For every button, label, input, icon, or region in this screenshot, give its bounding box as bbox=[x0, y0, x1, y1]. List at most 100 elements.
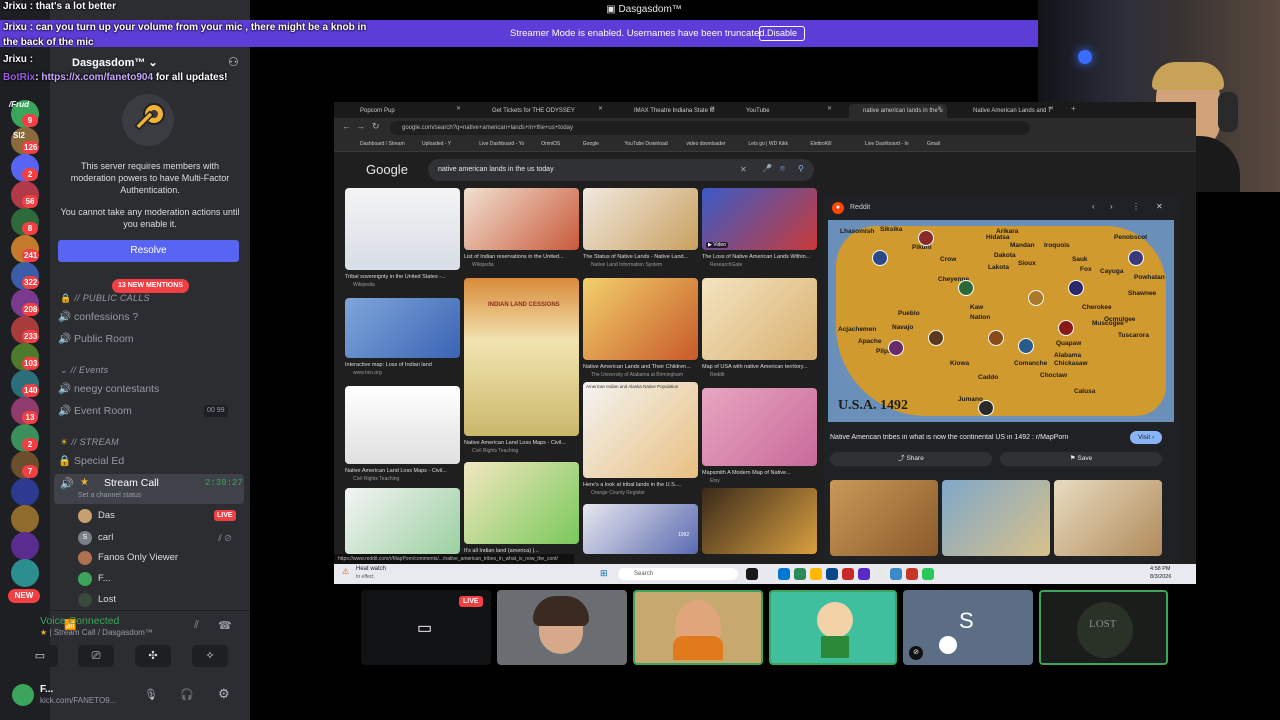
image-result[interactable] bbox=[583, 278, 698, 360]
bookmark-item[interactable]: Live Dashboard - Yo bbox=[479, 141, 524, 147]
image-result[interactable] bbox=[345, 188, 460, 270]
image-result[interactable] bbox=[702, 278, 817, 360]
server-icon[interactable] bbox=[11, 532, 39, 560]
voice-user[interactable]: Scarl ⫽ ⊘ bbox=[78, 528, 238, 548]
screen-share-button[interactable]: ⎚ bbox=[78, 645, 114, 667]
mic-icon[interactable]: 🎤 bbox=[762, 164, 772, 173]
preview-title[interactable]: Native American tribes in what is now th… bbox=[830, 434, 1120, 441]
browser-tab[interactable]: native american lands in the u bbox=[849, 104, 947, 118]
bookmark-item[interactable]: Live Dashboard - In bbox=[865, 141, 909, 147]
result-caption[interactable]: Native American Lands and Their Children… bbox=[583, 364, 698, 370]
close-icon[interactable]: ✕ bbox=[710, 105, 715, 112]
chat-link[interactable]: https://x.com/faneto904 bbox=[41, 72, 153, 83]
image-result[interactable] bbox=[345, 298, 460, 358]
result-caption[interactable]: Map of USA with native American territor… bbox=[702, 364, 817, 370]
channel-event-room[interactable]: 🔊 Event Room 00 99 bbox=[58, 400, 242, 422]
save-button[interactable]: ⚑ Save bbox=[1000, 452, 1162, 466]
browser-tab[interactable]: Get Tickets for THE ODYSSEY bbox=[478, 104, 608, 118]
result-caption[interactable]: Here's a look at tribal lands in the U.S… bbox=[583, 482, 698, 488]
browser-tab[interactable]: Popcorn Pup bbox=[346, 104, 466, 118]
share-button[interactable]: ⤴ Share bbox=[830, 452, 992, 466]
result-caption[interactable]: The Loss of Native American Lands Within… bbox=[702, 254, 817, 260]
image-result[interactable] bbox=[345, 488, 460, 554]
browser-tab[interactable]: YouTube bbox=[732, 104, 837, 118]
server-icon[interactable] bbox=[11, 559, 39, 587]
activities-button[interactable]: ✣ bbox=[135, 645, 171, 667]
bookmark-item[interactable]: video downloader bbox=[686, 141, 725, 147]
search-input[interactable]: native american lands in the us today bbox=[428, 159, 814, 181]
preview-map-image[interactable]: Lhasomish Siksika Pikuni Crow Hidatsa Mandan A… bbox=[828, 220, 1174, 422]
voice-user[interactable]: Fanos Only Viewer bbox=[78, 548, 238, 568]
bookmark-item[interactable]: YouTube Download bbox=[624, 141, 667, 147]
new-tab-icon[interactable]: + bbox=[1071, 104, 1076, 113]
disconnect-icon[interactable]: ☎ bbox=[218, 619, 232, 632]
voice-channel-path[interactable]: ★ | Stream Call / Dasgasdom™ bbox=[40, 628, 153, 637]
new-mentions-pill[interactable]: 13 NEW MENTIONS bbox=[112, 279, 189, 293]
result-caption[interactable]: List of Indian reservations in the Unite… bbox=[464, 254, 579, 260]
taskbar-app-icon[interactable] bbox=[778, 568, 790, 580]
set-status[interactable]: Set a channel status bbox=[78, 492, 141, 499]
forward-icon[interactable]: → bbox=[356, 121, 365, 131]
result-caption[interactable]: Native American Land Loss Maps - Civil..… bbox=[345, 468, 460, 474]
bookmark-item[interactable]: Gmail bbox=[927, 141, 940, 147]
browser-tab[interactable]: IMAX Theatre Indiana State M bbox=[620, 104, 720, 118]
participant-tile[interactable]: LIVE ▭ bbox=[361, 590, 491, 665]
chevron-right-icon[interactable]: › bbox=[1110, 202, 1113, 211]
taskbar-search[interactable]: Search bbox=[618, 568, 738, 580]
image-result[interactable] bbox=[583, 504, 698, 554]
participant-tile[interactable]: LOST bbox=[1039, 590, 1168, 665]
result-caption[interactable]: Native American Land Loss Maps - Civil..… bbox=[464, 440, 579, 446]
camera-icon[interactable]: ⌾ bbox=[780, 164, 785, 174]
visit-button[interactable]: Visit › bbox=[1130, 431, 1163, 444]
channel-public-room[interactable]: 🔊 Public Room bbox=[58, 328, 242, 350]
taskbar-app-icon[interactable] bbox=[794, 568, 806, 580]
image-result[interactable] bbox=[464, 188, 579, 250]
taskbar-app-icon[interactable] bbox=[810, 568, 822, 580]
image-result[interactable] bbox=[702, 188, 817, 250]
voice-user[interactable]: Das LIVE bbox=[78, 506, 238, 526]
related-image[interactable] bbox=[830, 480, 938, 556]
windows-start-icon[interactable]: ⊞ bbox=[600, 568, 608, 579]
participant-tile[interactable]: S ⊘ bbox=[903, 590, 1033, 665]
image-result[interactable] bbox=[702, 488, 817, 554]
url-bar[interactable]: google.com/search?q=native+american+land… bbox=[390, 121, 1030, 135]
server-icon[interactable] bbox=[11, 505, 39, 533]
voice-user[interactable]: Lost bbox=[78, 590, 238, 610]
bookmark-item[interactable]: Lets go | WD Kikk bbox=[748, 141, 788, 147]
category-events[interactable]: ⌄ // Events bbox=[60, 365, 108, 376]
bookmark-item[interactable]: ElettroKill bbox=[810, 141, 831, 147]
channel-special-ed[interactable]: 🔒 Special Ed bbox=[58, 450, 242, 472]
close-icon[interactable]: ✕ bbox=[827, 105, 832, 112]
channel-confessions[interactable]: 🔊 confessions ? bbox=[58, 306, 242, 328]
disable-streamer-mode-button[interactable]: Disable bbox=[759, 26, 806, 41]
image-result[interactable] bbox=[702, 388, 817, 466]
google-logo[interactable]: Google bbox=[366, 162, 408, 177]
result-caption[interactable]: Mapsmith A Modern Map of Native... bbox=[702, 470, 817, 476]
bookmark-item[interactable]: OmniOS bbox=[541, 141, 560, 147]
server-icon[interactable] bbox=[11, 478, 39, 506]
image-result[interactable] bbox=[583, 382, 698, 478]
result-caption[interactable]: Interactive map: Loss of Indian land bbox=[345, 362, 460, 368]
result-caption[interactable]: The Status of Native Lands - Native Land… bbox=[583, 254, 698, 260]
participant-tile[interactable] bbox=[769, 590, 897, 665]
taskbar-app-icon[interactable] bbox=[762, 568, 774, 580]
chevron-left-icon[interactable]: ‹ bbox=[1092, 202, 1095, 211]
related-image[interactable] bbox=[1054, 480, 1162, 556]
bookmark-item[interactable]: Google bbox=[583, 141, 599, 147]
related-image[interactable] bbox=[942, 480, 1050, 556]
taskbar-app-icon[interactable] bbox=[890, 568, 902, 580]
close-icon[interactable]: ✕ bbox=[598, 105, 603, 112]
search-icon[interactable]: ⚲ bbox=[798, 164, 804, 173]
browser-tab[interactable]: Native American Lands and T bbox=[959, 104, 1059, 118]
voice-user[interactable]: F... bbox=[78, 569, 238, 589]
mic-icon[interactable]: 🎙 bbox=[144, 688, 158, 701]
participant-tile[interactable] bbox=[633, 590, 763, 665]
close-icon[interactable]: ✕ bbox=[937, 105, 942, 112]
taskbar-app-icon[interactable] bbox=[858, 568, 870, 580]
close-icon[interactable]: ✕ bbox=[740, 165, 747, 174]
taskbar-app-icon[interactable] bbox=[922, 568, 934, 580]
category-public-calls[interactable]: 🔒 // PUBLIC CALLS bbox=[60, 293, 150, 304]
taskbar-app-icon[interactable] bbox=[746, 568, 758, 580]
bookmark-item[interactable]: Uploaded - Y bbox=[422, 141, 451, 147]
taskbar-app-icon[interactable] bbox=[874, 568, 886, 580]
